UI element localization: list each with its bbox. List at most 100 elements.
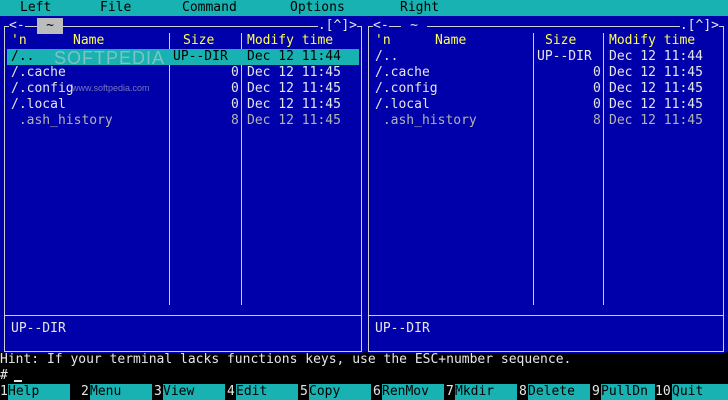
function-key-bar: 1 Help 2 Menu 3 View 4 Edit 5 Copy 6 Ren…: [0, 384, 728, 400]
file-name: /..: [11, 49, 35, 64]
left-header-name[interactable]: Name: [73, 33, 104, 49]
file-name: /..: [375, 49, 399, 64]
right-header-modify-time[interactable]: Modify time: [609, 33, 695, 49]
file-name: /.config: [11, 81, 74, 96]
file-name: /.cache: [375, 65, 430, 80]
watermark-brand: SOFTPEDIA: [54, 48, 166, 68]
file-mtime: Dec 12 11:45: [247, 113, 341, 128]
f9-pulldn-button[interactable]: 9 PullDn: [592, 384, 655, 400]
f7-mkdir-button[interactable]: 7 Mkdir: [446, 384, 519, 400]
file-size: 0: [231, 81, 239, 96]
f10-quit-button[interactable]: 10 Quit: [655, 384, 728, 400]
left-status-line: UP--DIR: [11, 321, 66, 336]
file-mtime: Dec 12 11:45: [609, 81, 703, 96]
menu-options[interactable]: Options: [290, 0, 345, 16]
left-panel-titlebar: <- ~ .[^]>: [9, 18, 357, 34]
hint-text: Hint: If your terminal lacks functions k…: [0, 352, 572, 367]
file-size: 0: [593, 81, 601, 96]
right-header-size[interactable]: Size: [545, 33, 576, 49]
file-mtime: Dec 12 11:45: [609, 97, 703, 112]
command-line[interactable]: #: [0, 368, 728, 384]
fkey-label: Quit: [672, 384, 728, 400]
file-mtime: Dec 12 11:45: [247, 65, 341, 80]
file-mtime: Dec 12 11:45: [247, 81, 341, 96]
fkey-label: Mkdir: [455, 384, 517, 400]
f4-edit-button[interactable]: 4 Edit: [227, 384, 300, 400]
list-item[interactable]: /.. UP--DIR Dec 12 11:44: [371, 49, 721, 65]
file-size: 0: [593, 97, 601, 112]
fkey-number: 5: [300, 384, 308, 400]
right-header-n: 'n: [375, 33, 391, 48]
file-size: 0: [231, 97, 239, 112]
fkey-number: 1: [0, 384, 8, 400]
file-size: UP--DIR: [173, 49, 228, 64]
file-mtime: Dec 12 11:44: [247, 49, 341, 64]
menu-right[interactable]: Right: [400, 0, 439, 16]
menu-command[interactable]: Command: [182, 0, 237, 16]
f6-renmov-button[interactable]: 6 RenMov: [373, 384, 446, 400]
left-header-modify-time[interactable]: Modify time: [247, 33, 333, 49]
file-mtime: Dec 12 11:45: [247, 97, 341, 112]
file-name: /.local: [11, 97, 66, 112]
file-name: /.config: [375, 81, 438, 96]
file-mtime: Dec 12 11:45: [609, 65, 703, 80]
right-panel[interactable]: <- ~ .[^]> 'n Name Size Modify time /.. …: [367, 18, 725, 353]
left-status-separator: [5, 315, 361, 316]
right-status-separator: [369, 315, 723, 316]
menu-left[interactable]: Left: [20, 0, 51, 16]
f8-delete-button[interactable]: 8 Delete: [519, 384, 592, 400]
file-size: 0: [231, 65, 239, 80]
f2-menu-button[interactable]: 2 Menu: [81, 384, 154, 400]
fkey-number: 8: [519, 384, 527, 400]
fkey-number: 9: [592, 384, 600, 400]
file-size: 8: [593, 113, 601, 128]
left-header-n: 'n: [11, 33, 27, 48]
file-size: 8: [231, 113, 239, 128]
f1-help-button[interactable]: 1 Help: [0, 384, 73, 400]
menu-file[interactable]: File: [100, 0, 131, 16]
fkey-label: View: [163, 384, 225, 400]
file-name: .ash_history: [11, 113, 113, 128]
menu-bar: Left File Command Options Right: [0, 0, 728, 16]
fkey-label: Delete: [528, 384, 590, 400]
fkey-number: 3: [154, 384, 162, 400]
file-mtime: Dec 12 11:45: [609, 113, 703, 128]
file-name: /.local: [375, 97, 430, 112]
list-item[interactable]: /.config 0 Dec 12 11:45: [7, 81, 359, 97]
right-panel-path: ~: [401, 18, 427, 34]
file-mtime: Dec 12 11:44: [609, 49, 703, 64]
fkey-number: 4: [227, 384, 235, 400]
file-name: .ash_history: [375, 113, 477, 128]
file-size: 0: [593, 65, 601, 80]
left-header-size[interactable]: Size: [183, 33, 214, 49]
fkey-number: 7: [446, 384, 454, 400]
left-panel-controls[interactable]: .[^]>: [317, 18, 357, 34]
fkey-label: Copy: [309, 384, 371, 400]
list-item[interactable]: /.local 0 Dec 12 11:45: [371, 97, 721, 113]
right-status-line: UP--DIR: [375, 321, 430, 336]
right-panel-controls[interactable]: .[^]>: [679, 18, 719, 34]
list-item[interactable]: /.config 0 Dec 12 11:45: [371, 81, 721, 97]
f3-view-button[interactable]: 3 View: [154, 384, 227, 400]
fkey-number: 6: [373, 384, 381, 400]
left-panel-path: ~: [37, 18, 63, 34]
left-panel[interactable]: <- ~ .[^]> 'n Name Size Modify time /.. …: [3, 18, 363, 353]
fkey-label: Help: [8, 384, 70, 400]
right-panel-titlebar: <- ~ .[^]>: [373, 18, 719, 34]
fkey-number: 10: [655, 384, 671, 400]
f5-copy-button[interactable]: 5 Copy: [300, 384, 373, 400]
right-panel-history-button[interactable]: <-: [373, 18, 389, 34]
hint-line: Hint: If your terminal lacks functions k…: [0, 352, 728, 368]
fkey-number: 2: [81, 384, 89, 400]
file-size: UP--DIR: [537, 49, 592, 64]
right-header-name[interactable]: Name: [435, 33, 466, 49]
fkey-label: Menu: [90, 384, 152, 400]
list-item[interactable]: /.cache 0 Dec 12 11:45: [371, 65, 721, 81]
watermark-url: www.softpedia.com: [72, 83, 150, 93]
text-cursor: [14, 380, 22, 382]
left-panel-history-button[interactable]: <-: [9, 18, 25, 34]
list-item[interactable]: .ash_history 8 Dec 12 11:45: [371, 113, 721, 129]
panels-area: <- ~ .[^]> 'n Name Size Modify time /.. …: [0, 16, 728, 353]
list-item[interactable]: /.local 0 Dec 12 11:45: [7, 97, 359, 113]
list-item[interactable]: .ash_history 8 Dec 12 11:45: [7, 113, 359, 129]
